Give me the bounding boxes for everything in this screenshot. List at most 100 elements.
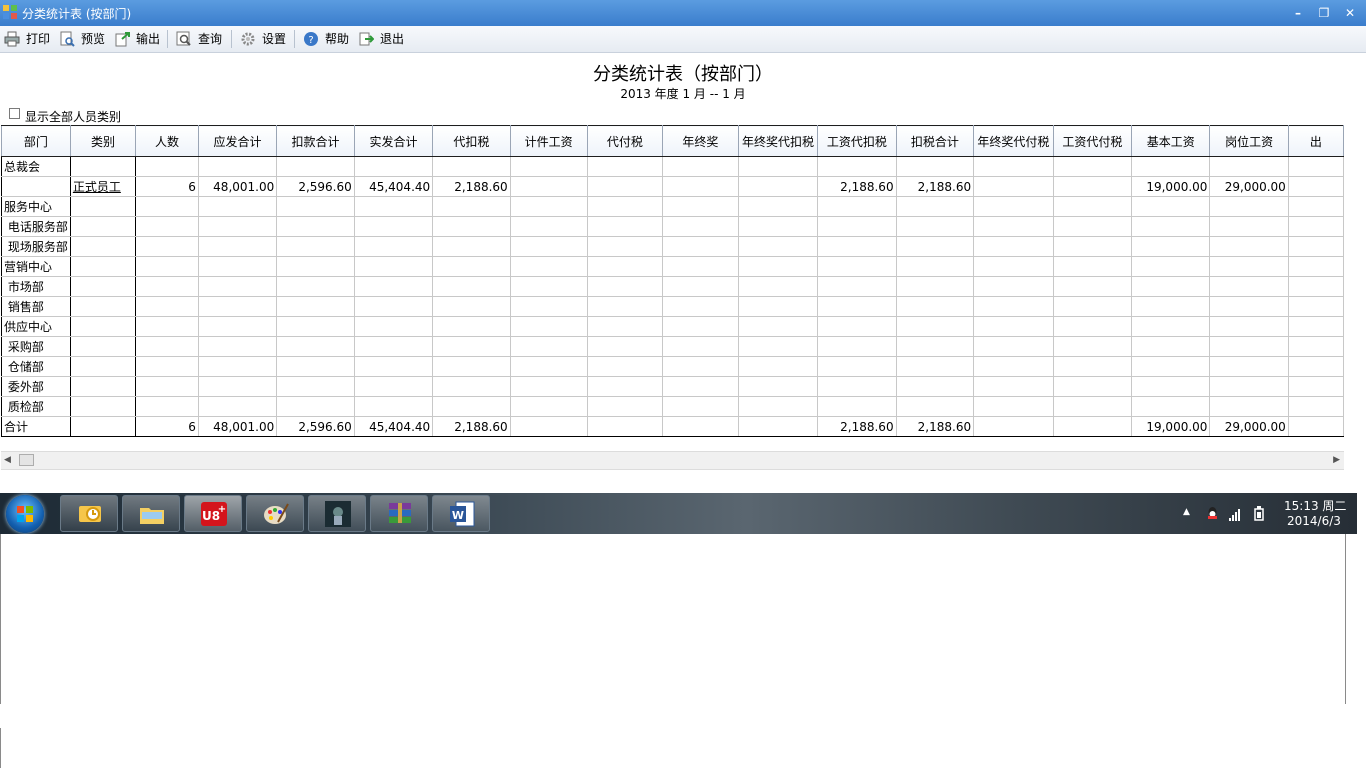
column-header[interactable]: 类别 xyxy=(69,125,137,157)
table-cell[interactable] xyxy=(662,396,739,417)
table-cell[interactable] xyxy=(197,296,278,317)
table-cell[interactable] xyxy=(586,216,664,237)
table-cell[interactable] xyxy=(135,296,199,317)
column-header[interactable]: 实发合计 xyxy=(353,125,434,157)
table-cell[interactable]: 2,188.60 xyxy=(432,176,511,197)
table-cell[interactable] xyxy=(1209,276,1289,297)
table-cell[interactable] xyxy=(586,256,664,277)
table-cell[interactable] xyxy=(1131,396,1211,417)
table-cell[interactable] xyxy=(817,296,897,317)
table-cell[interactable] xyxy=(895,196,975,217)
table-cell[interactable] xyxy=(1131,356,1211,377)
table-cell[interactable]: 仓储部 xyxy=(1,356,71,377)
table-cell[interactable]: 48,001.00 xyxy=(197,176,278,197)
table-cell[interactable]: 销售部 xyxy=(1,296,71,317)
table-cell[interactable]: 委外部 xyxy=(1,376,71,397)
table-row[interactable]: 委外部 xyxy=(1,376,1344,397)
table-cell[interactable] xyxy=(197,396,278,417)
table-cell[interactable] xyxy=(1052,196,1133,217)
table-cell[interactable] xyxy=(1287,196,1344,217)
table-cell[interactable] xyxy=(1052,256,1133,277)
table-cell[interactable] xyxy=(353,156,434,177)
table-cell[interactable] xyxy=(662,176,739,197)
table-cell[interactable] xyxy=(737,336,819,357)
table-cell[interactable] xyxy=(432,296,511,317)
table-cell[interactable] xyxy=(817,376,897,397)
table-cell[interactable] xyxy=(817,396,897,417)
table-cell[interactable] xyxy=(1209,396,1289,417)
table-cell[interactable] xyxy=(353,296,434,317)
table-cell[interactable] xyxy=(1209,156,1289,177)
table-cell[interactable] xyxy=(1131,196,1211,217)
taskbar-media[interactable] xyxy=(308,495,366,532)
table-cell[interactable] xyxy=(817,276,897,297)
table-cell[interactable] xyxy=(1287,296,1344,317)
table-cell[interactable] xyxy=(586,296,664,317)
column-header[interactable]: 计件工资 xyxy=(509,125,588,157)
table-cell[interactable] xyxy=(353,256,434,277)
table-cell[interactable] xyxy=(353,196,434,217)
table-cell[interactable] xyxy=(737,256,819,277)
table-cell[interactable] xyxy=(509,376,588,397)
table-cell[interactable] xyxy=(895,336,975,357)
table-row[interactable]: 营销中心 xyxy=(1,256,1344,277)
table-cell[interactable] xyxy=(895,376,975,397)
table-cell[interactable]: 电话服务部 xyxy=(1,216,71,237)
table-cell[interactable] xyxy=(432,276,511,297)
table-cell[interactable] xyxy=(973,396,1054,417)
table-cell[interactable] xyxy=(973,296,1054,317)
table-cell[interactable] xyxy=(662,416,739,437)
table-cell[interactable] xyxy=(1287,216,1344,237)
table-cell[interactable] xyxy=(432,156,511,177)
table-cell[interactable] xyxy=(509,356,588,377)
table-cell[interactable] xyxy=(895,256,975,277)
table-cell[interactable]: 29,000.00 xyxy=(1209,176,1289,197)
table-cell[interactable] xyxy=(1131,156,1211,177)
table-cell[interactable] xyxy=(586,376,664,397)
taskbar-outlook[interactable] xyxy=(60,495,118,532)
table-cell[interactable] xyxy=(1131,236,1211,257)
table-cell[interactable] xyxy=(353,236,434,257)
table-cell[interactable] xyxy=(1209,236,1289,257)
taskbar-word[interactable]: W xyxy=(432,495,490,532)
table-cell[interactable] xyxy=(662,376,739,397)
table-cell[interactable] xyxy=(69,276,137,297)
table-cell[interactable] xyxy=(509,196,588,217)
table-cell[interactable] xyxy=(1131,376,1211,397)
table-cell[interactable] xyxy=(509,256,588,277)
table-cell[interactable] xyxy=(586,236,664,257)
table-cell[interactable]: 质检部 xyxy=(1,396,71,417)
table-cell[interactable]: 2,188.60 xyxy=(895,176,975,197)
taskbar-winrar[interactable] xyxy=(370,495,428,532)
table-cell[interactable] xyxy=(737,196,819,217)
table-cell[interactable] xyxy=(737,316,819,337)
network-signal-icon[interactable] xyxy=(1229,507,1243,521)
table-cell[interactable] xyxy=(737,416,819,437)
table-cell[interactable] xyxy=(973,156,1054,177)
table-cell[interactable] xyxy=(1052,276,1133,297)
table-cell[interactable] xyxy=(509,156,588,177)
table-cell[interactable] xyxy=(895,276,975,297)
table-cell[interactable] xyxy=(1209,336,1289,357)
table-cell[interactable] xyxy=(1287,396,1344,417)
scroll-thumb[interactable] xyxy=(19,454,34,466)
table-cell[interactable] xyxy=(1287,336,1344,357)
table-cell[interactable] xyxy=(135,256,199,277)
table-cell[interactable] xyxy=(276,256,355,277)
table-cell[interactable] xyxy=(662,276,739,297)
table-cell[interactable] xyxy=(1052,336,1133,357)
table-cell[interactable] xyxy=(509,416,588,437)
table-cell[interactable] xyxy=(509,176,588,197)
table-cell[interactable] xyxy=(973,336,1054,357)
table-cell[interactable] xyxy=(737,276,819,297)
table-cell[interactable]: 6 xyxy=(135,176,199,197)
table-cell[interactable] xyxy=(586,276,664,297)
table-cell[interactable] xyxy=(432,336,511,357)
table-cell[interactable]: 6 xyxy=(135,416,199,437)
table-cell[interactable]: 供应中心 xyxy=(1,316,71,337)
table-cell[interactable] xyxy=(1052,376,1133,397)
table-cell[interactable] xyxy=(509,316,588,337)
table-cell[interactable] xyxy=(197,356,278,377)
table-cell[interactable] xyxy=(276,356,355,377)
table-cell[interactable] xyxy=(69,216,137,237)
